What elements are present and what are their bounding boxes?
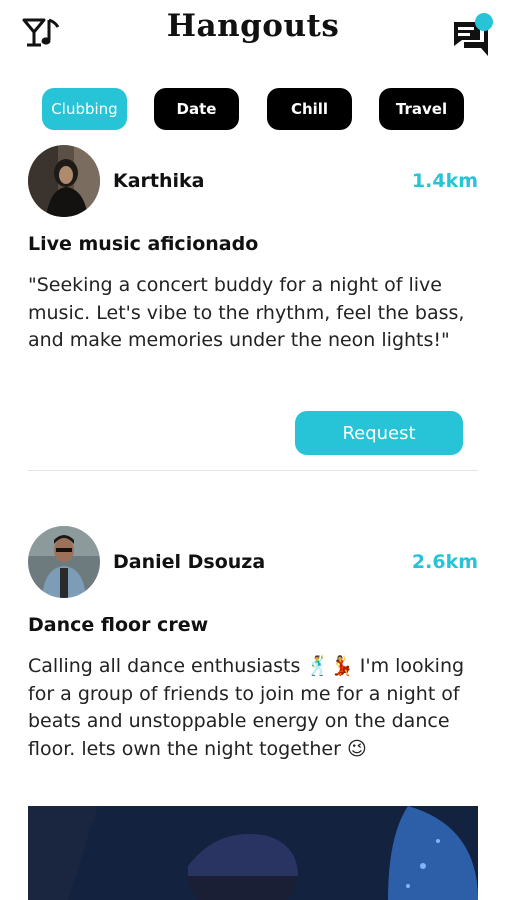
tab-clubbing[interactable]: Clubbing	[42, 88, 127, 130]
post-image[interactable]	[28, 806, 478, 900]
distance-label: 1.4km	[411, 170, 478, 192]
app-title: Hangouts	[166, 8, 340, 44]
post-body: Calling all dance enthusiasts 🕺💃 I'm loo…	[28, 655, 465, 760]
distance-label: 2.6km	[411, 551, 478, 573]
avatar[interactable]	[28, 526, 100, 598]
user-name[interactable]: Karthika	[113, 170, 205, 192]
app-header: Hangouts	[0, 0, 506, 68]
divider	[28, 470, 478, 471]
tab-travel[interactable]: Travel	[379, 88, 464, 130]
category-tabs: Clubbing Date Chill Travel	[0, 88, 506, 132]
request-button[interactable]: Request	[295, 411, 463, 455]
tab-chill[interactable]: Chill	[267, 88, 352, 130]
user-name[interactable]: Daniel Dsouza	[113, 551, 265, 573]
post-body: "Seeking a concert buddy for a night of …	[28, 274, 465, 351]
post-title: Dance floor crew	[28, 614, 209, 636]
post-title: Live music aficionado	[28, 233, 259, 255]
avatar[interactable]	[28, 145, 100, 217]
tab-date[interactable]: Date	[154, 88, 239, 130]
notification-dot	[475, 13, 493, 31]
